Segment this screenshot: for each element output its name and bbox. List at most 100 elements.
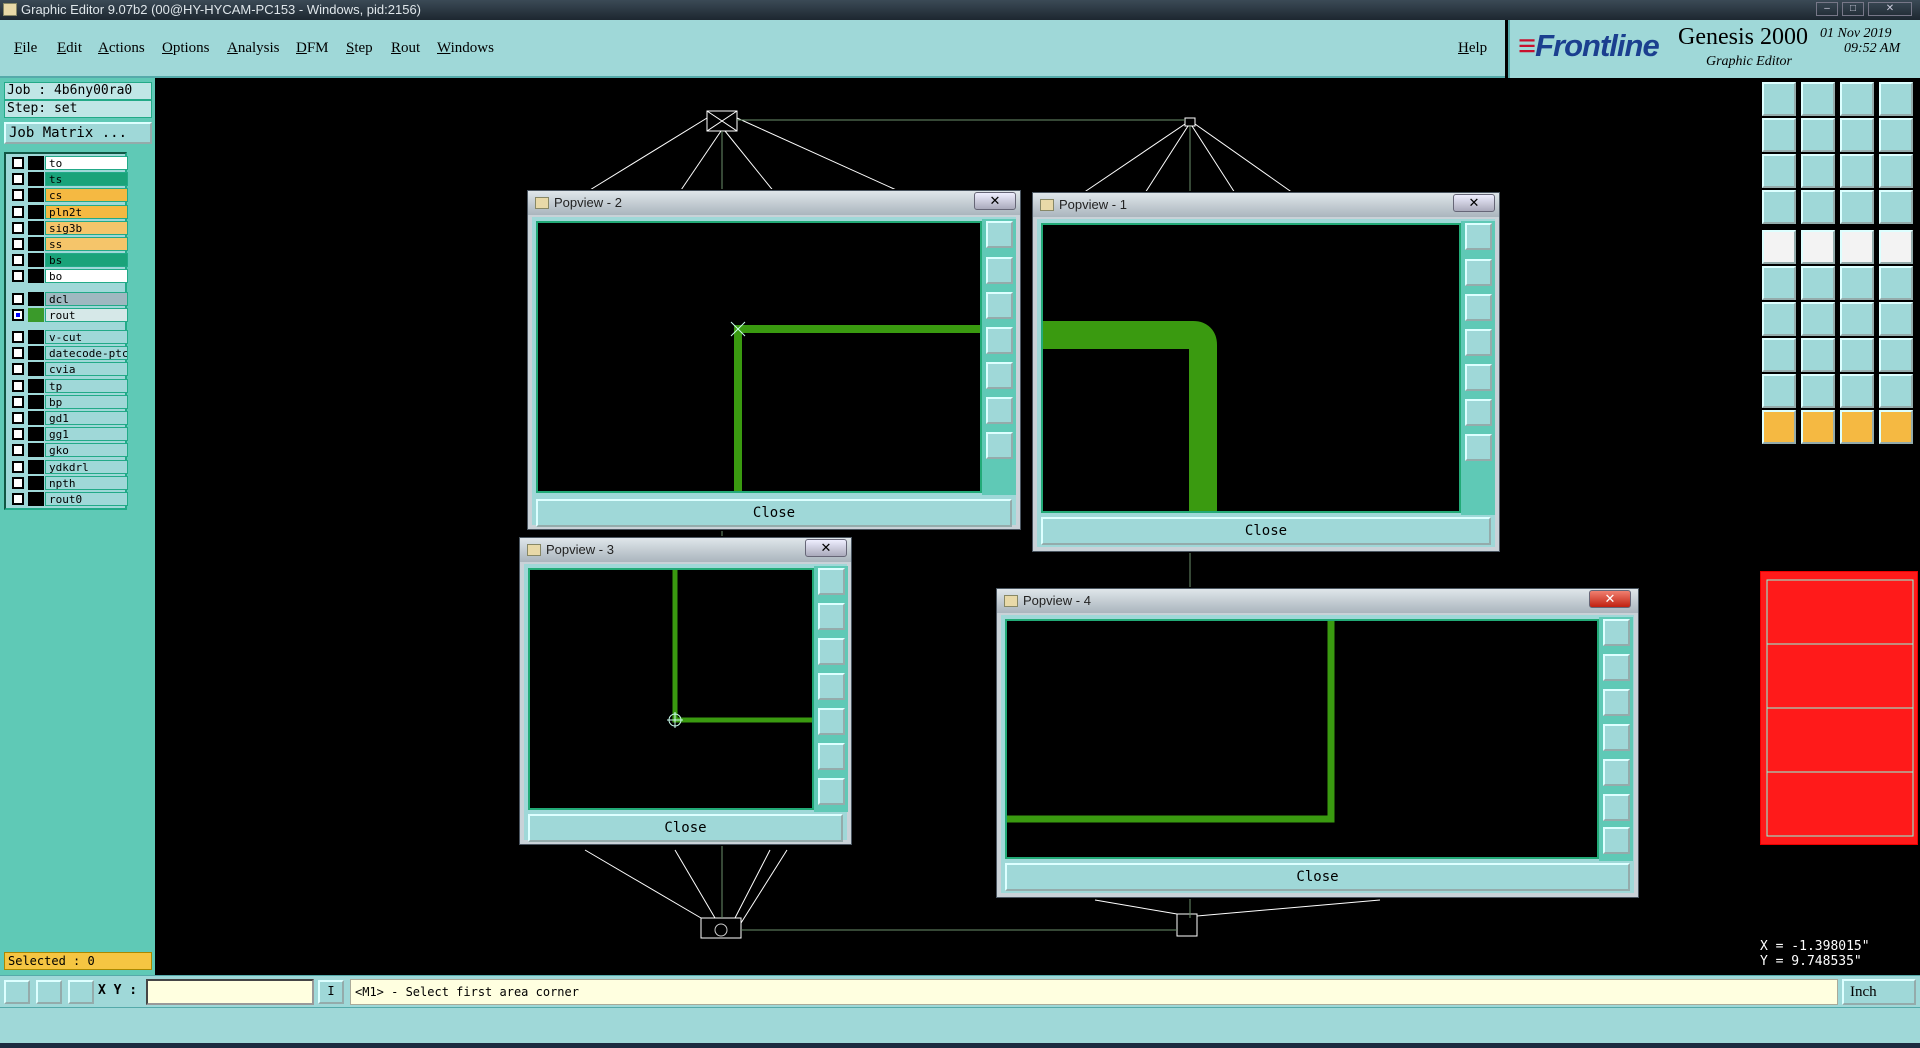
layer-row[interactable]: dcl [8,291,128,306]
layer-name[interactable]: tp [45,378,128,393]
popview-3-x-button[interactable]: ✕ [805,539,847,557]
pan-down-icon[interactable] [986,292,1013,319]
layer-name[interactable]: npth [45,475,128,490]
layer-row[interactable]: bp [8,394,128,409]
layer-checkbox[interactable] [12,292,24,305]
arch-icon[interactable] [1840,374,1874,408]
layer-name[interactable]: dcl [45,291,128,306]
draw-mode-icon[interactable] [4,980,30,1004]
layer-color-swatch[interactable] [28,220,44,235]
layer-name[interactable]: ydkdrl [45,459,128,474]
zoom-fit-icon[interactable] [818,568,845,595]
layer-color-swatch[interactable] [28,394,44,409]
ruler-icon[interactable] [1840,230,1874,264]
zoom-out-icon[interactable] [818,778,845,805]
layer-row[interactable]: rout0 [8,492,128,506]
layer-checkbox[interactable] [12,476,24,489]
net-icon[interactable] [1762,266,1796,300]
layer-row[interactable]: v-cut [8,330,128,344]
zoom-home-icon[interactable] [1801,154,1835,188]
zoom-out-icon[interactable] [1603,827,1630,854]
menu-help[interactable]: Help [1458,40,1487,57]
pan-left-icon[interactable] [986,327,1013,354]
help-icon[interactable] [1879,154,1913,188]
layer-checkbox[interactable] [12,308,24,321]
popview-1-view[interactable] [1041,223,1461,513]
feature-icon[interactable] [1762,338,1796,372]
layer-color-swatch[interactable] [28,330,44,344]
pan-right-icon[interactable] [986,362,1013,389]
layer-name[interactable]: gko [45,443,128,458]
layer-color-swatch[interactable] [28,253,44,268]
popview-2-x-button[interactable]: ✕ [974,192,1016,210]
select-icon[interactable] [1762,410,1796,444]
layer-checkbox[interactable] [12,173,24,186]
pan-left-icon[interactable] [818,673,845,700]
select-box-icon[interactable] [1801,410,1835,444]
layer-name[interactable]: to [45,156,128,170]
layer-color-swatch[interactable] [28,204,44,219]
popview-2-view[interactable] [536,221,982,493]
menu-edit[interactable]: Edit [57,40,82,57]
layer-checkbox[interactable] [12,205,24,218]
pattern-icon[interactable] [1879,338,1913,372]
layer-checkbox[interactable] [12,395,24,408]
snap-icon[interactable] [1762,190,1796,224]
cross-icon[interactable] [1801,266,1835,300]
layer-checkbox[interactable] [12,460,24,473]
zoom-in-icon[interactable] [986,397,1013,424]
pan-down-icon[interactable] [1603,689,1630,716]
layer-row[interactable]: gd1 [8,411,128,425]
layer-name[interactable]: pln2t [45,204,128,219]
layer-checkbox[interactable] [12,157,24,169]
layer-name[interactable]: cs [45,188,128,203]
popview-1-window[interactable]: Popview - 1 ✕ Close [1032,192,1500,552]
menu-windows[interactable]: Windows [437,40,494,57]
layer-row[interactable]: ss [8,237,128,251]
layer-color-swatch[interactable] [28,269,44,284]
layer-name[interactable]: sig3b [45,220,128,235]
menu-step[interactable]: Step [346,40,373,57]
resize-icon[interactable] [1840,338,1874,372]
menu-rout[interactable]: Rout [391,40,420,57]
layer-checkbox[interactable] [12,331,24,343]
grid-snap-icon[interactable] [68,980,94,1004]
layer-color-swatch[interactable] [28,307,44,322]
pan-left-icon[interactable] [1762,118,1796,152]
connect-icon[interactable] [1840,266,1874,300]
open-icon[interactable] [1762,82,1796,116]
popview-1-header[interactable]: Popview - 1 ✕ [1033,193,1499,217]
popview-1-close-button[interactable]: Close [1041,517,1491,545]
pan-down-icon[interactable] [818,638,845,665]
units-selector[interactable]: Inch [1842,979,1916,1005]
layer-color-swatch[interactable] [28,362,44,377]
zoom-in-icon[interactable] [818,743,845,770]
step-icon[interactable] [1879,118,1913,152]
popview-2-window[interactable]: Popview - 2 ✕ Close [527,190,1021,530]
layer-color-swatch[interactable] [28,475,44,490]
menu-analysis[interactable]: Analysis [227,40,280,57]
layer-row[interactable]: rout [8,307,128,322]
popview-3-window[interactable]: Popview - 3 ✕ Close [519,537,852,845]
grid-icon[interactable] [1801,190,1835,224]
layer-checkbox[interactable] [12,254,24,267]
route-icon[interactable] [1879,410,1913,444]
pan-right-icon[interactable] [1801,118,1835,152]
close-window-button[interactable]: ✕ [1868,2,1912,16]
info-button[interactable]: I [318,980,344,1004]
layer-row[interactable]: bs [8,253,128,268]
pad-snap-icon[interactable] [1879,190,1913,224]
diagonal-icon[interactable] [1801,302,1835,336]
pan-down-icon[interactable] [1465,294,1492,321]
layer-row[interactable]: datecode-ptc [8,346,128,361]
measure-icon[interactable] [36,980,62,1004]
layer-color-swatch[interactable] [28,156,44,170]
pan-up-icon[interactable] [1465,259,1492,286]
scroll-icon[interactable] [1840,118,1874,152]
shape-icon[interactable] [1801,230,1835,264]
zoom-out-icon[interactable] [986,432,1013,459]
arc-icon[interactable] [1840,302,1874,336]
layer-color-swatch[interactable] [28,427,44,442]
pan-right-icon[interactable] [1465,364,1492,391]
layer-checkbox[interactable] [12,221,24,234]
